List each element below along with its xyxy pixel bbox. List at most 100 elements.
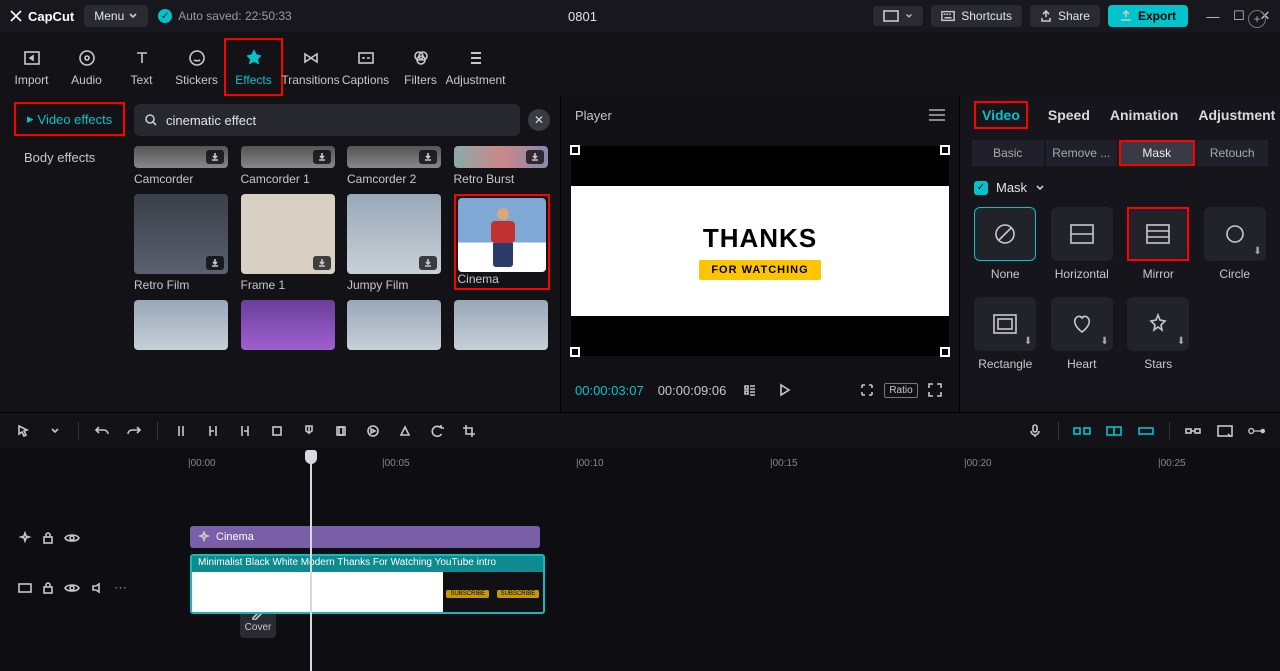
shortcuts-button[interactable]: Shortcuts	[931, 5, 1022, 27]
inspect-tab-adjustment[interactable]: Adjustment	[1198, 107, 1275, 123]
fullscreen-button[interactable]	[925, 380, 945, 400]
subtab-basic[interactable]: Basic	[972, 140, 1044, 166]
tab-captions[interactable]: Captions	[338, 38, 393, 96]
clear-search-button[interactable]: ✕	[528, 109, 550, 131]
mask-mirror[interactable]	[1129, 209, 1187, 259]
ratio-button[interactable]: Ratio	[891, 380, 911, 400]
mask-heart[interactable]: ⬇	[1051, 297, 1113, 351]
undo-button[interactable]	[93, 422, 111, 440]
mask-none[interactable]	[974, 207, 1036, 261]
export-button[interactable]: Export	[1108, 5, 1188, 27]
search-input[interactable]	[166, 113, 510, 128]
check-icon: ✓	[158, 9, 172, 23]
maximize-button[interactable]: ☐	[1232, 9, 1246, 23]
effect-clip-cinema[interactable]: Cinema	[190, 526, 540, 548]
effect-extra-4[interactable]	[454, 300, 548, 350]
inspect-tab-speed[interactable]: Speed	[1048, 107, 1090, 123]
mirror-tool[interactable]	[396, 422, 414, 440]
tab-filters[interactable]: Filters	[393, 38, 448, 96]
highlight-video-tab: Video	[974, 101, 1028, 129]
trim-right-tool[interactable]	[236, 422, 254, 440]
minimize-button[interactable]: —	[1206, 9, 1220, 23]
marker-tool[interactable]	[300, 422, 318, 440]
menu-button[interactable]: Menu	[84, 5, 148, 27]
import-icon	[22, 48, 42, 68]
mask-toggle[interactable]: ✓ Mask	[974, 180, 1266, 195]
tab-effects[interactable]: Effects	[226, 40, 281, 94]
effect-extra-1[interactable]	[134, 300, 228, 350]
effect-camcorder-2[interactable]	[347, 146, 441, 168]
snap-3[interactable]	[1137, 422, 1155, 440]
chevron-down-icon[interactable]	[46, 422, 64, 440]
effect-camcorder[interactable]	[134, 146, 228, 168]
crop-tool[interactable]	[460, 422, 478, 440]
aspect-ratio-button[interactable]	[873, 6, 923, 26]
player-title: Player	[575, 108, 612, 123]
playhead[interactable]	[310, 454, 312, 671]
highlight-video-effects: ▸ Video effects	[14, 102, 125, 136]
inspect-tab-animation[interactable]: Animation	[1110, 107, 1178, 123]
delete-tool[interactable]	[268, 422, 286, 440]
snap-2[interactable]	[1105, 422, 1123, 440]
effect-retro-film[interactable]	[134, 194, 228, 274]
play-button[interactable]	[774, 380, 794, 400]
effects-icon	[244, 48, 264, 68]
timeline[interactable]: ⋯ Cover |00:00 |00:05 |00:10 |00:15 |00:…	[0, 448, 1280, 671]
reverse-tool[interactable]	[364, 422, 382, 440]
snap-1[interactable]	[1073, 422, 1091, 440]
video-preview[interactable]: THANKS FOR WATCHING	[571, 146, 949, 356]
zoom-slider[interactable]	[1248, 422, 1266, 440]
tab-audio[interactable]: Audio	[59, 38, 114, 96]
preview-tool[interactable]	[1216, 422, 1234, 440]
crop-icon[interactable]	[857, 380, 877, 400]
media-tabs: Import Audio Text Stickers Effects Trans…	[0, 32, 1280, 96]
search-input-wrapper[interactable]	[134, 104, 520, 136]
text-icon	[132, 48, 152, 68]
tab-stickers[interactable]: Stickers	[169, 38, 224, 96]
effect-cinema[interactable]	[458, 198, 546, 272]
mask-rectangle[interactable]: ⬇	[974, 297, 1036, 351]
effect-frame-1[interactable]	[241, 194, 335, 274]
app-logo: CapCut	[8, 8, 74, 24]
effect-extra-2[interactable]	[241, 300, 335, 350]
pointer-tool[interactable]	[14, 422, 32, 440]
sidebar-item-body-effects[interactable]: Body effects	[14, 144, 105, 171]
effect-camcorder-1[interactable]	[241, 146, 335, 168]
tab-import[interactable]: Import	[4, 38, 59, 96]
mask-circle[interactable]: ⬇	[1204, 207, 1266, 261]
freeze-tool[interactable]	[332, 422, 350, 440]
adjustment-icon	[466, 48, 486, 68]
more-icon[interactable]: ⋯	[114, 580, 127, 596]
redo-button[interactable]	[125, 422, 143, 440]
subtab-mask[interactable]: Mask	[1121, 142, 1193, 164]
sidebar-item-video-effects[interactable]: ▸ Video effects	[17, 105, 122, 133]
mask-stars[interactable]: ⬇	[1127, 297, 1189, 351]
autosave-status: ✓ Auto saved: 22:50:33	[158, 9, 291, 23]
subtab-remove[interactable]: Remove ...	[1046, 140, 1118, 166]
inspect-tab-video[interactable]: Video	[982, 107, 1020, 123]
sticker-icon	[187, 48, 207, 68]
split-tool[interactable]	[172, 422, 190, 440]
video-track-controls[interactable]: ⋯	[0, 572, 140, 604]
chevron-down-icon	[1035, 183, 1045, 193]
player-menu-button[interactable]	[929, 109, 945, 121]
mask-horizontal[interactable]	[1051, 207, 1113, 261]
effect-extra-3[interactable]	[347, 300, 441, 350]
list-view-icon[interactable]	[740, 380, 760, 400]
rotate-tool[interactable]	[428, 422, 446, 440]
trim-left-tool[interactable]	[204, 422, 222, 440]
mic-button[interactable]	[1026, 422, 1044, 440]
effect-track-controls[interactable]	[0, 522, 140, 554]
link-tool[interactable]	[1184, 422, 1202, 440]
tab-text[interactable]: Text	[114, 38, 169, 96]
zoom-in-button[interactable]: +	[1248, 10, 1266, 28]
tab-transitions[interactable]: Transitions	[283, 38, 338, 96]
subtab-retouch[interactable]: Retouch	[1197, 140, 1269, 166]
tab-adjustment[interactable]: Adjustment	[448, 38, 503, 96]
effect-jumpy-film[interactable]	[347, 194, 441, 274]
captions-icon	[356, 48, 376, 68]
timeline-toolbar: +	[0, 412, 1280, 448]
effect-retro-burst[interactable]	[454, 146, 548, 168]
video-clip-main[interactable]: Minimalist Black White Modern Thanks For…	[190, 554, 545, 614]
share-button[interactable]: Share	[1030, 5, 1100, 27]
